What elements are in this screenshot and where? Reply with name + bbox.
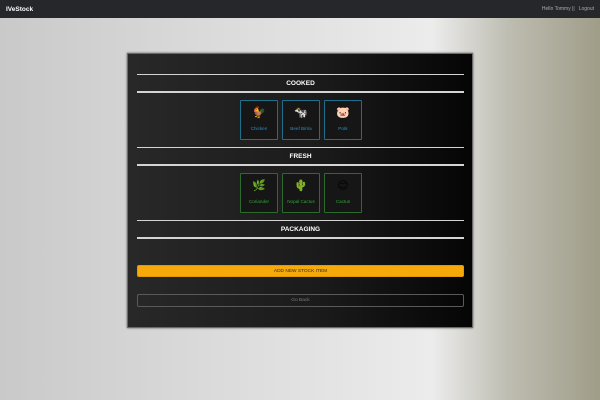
cactus-icon: 🌵 (294, 180, 308, 192)
brand-logo[interactable]: IVeStock (6, 6, 33, 13)
stock-item-pork[interactable]: 🐷 Pork (324, 100, 362, 140)
section-title-packaging: PACKAGING (280, 226, 321, 233)
stock-item-label: Beef Birria (290, 126, 312, 131)
herb-icon: 🌿 (252, 180, 266, 192)
navbar: IVeStock Hello Tommy || Logout (0, 0, 600, 18)
logout-link[interactable]: Logout (579, 6, 594, 12)
smiley-icon: 😊 (337, 180, 349, 192)
stock-item-label: Coriander (248, 199, 270, 204)
stock-item-coriander[interactable]: 🌿 Coriander (240, 173, 278, 213)
go-back-button[interactable]: Go Back (137, 294, 464, 307)
stock-item-nopal-cactus[interactable]: 🌵 Nopal Cactus (282, 173, 320, 213)
divider (137, 237, 464, 239)
divider (137, 91, 464, 93)
chicken-icon: 🐓 (252, 107, 266, 119)
add-stock-item-button[interactable]: ADD NEW STOCK ITEM (137, 265, 464, 277)
stock-item-beef-birria[interactable]: 🐄 Beef Birria (282, 100, 320, 140)
stock-item-label: Nopal Cactus (287, 199, 315, 204)
divider (137, 147, 464, 148)
section-title-fresh: FRESH (289, 153, 312, 160)
user-greeting: Hello Tommy || (541, 6, 575, 12)
stock-item-cactus[interactable]: 😊 Cactus (324, 173, 362, 213)
cooked-items: 🐓 Chicken 🐄 Beef Birria 🐷 Pork (128, 100, 474, 140)
stock-item-label: Chicken (250, 126, 268, 131)
stock-item-label: Pork (338, 126, 348, 131)
divider (137, 164, 464, 166)
stock-panel: COOKED 🐓 Chicken 🐄 Beef Birria 🐷 Pork FR… (127, 53, 473, 328)
stock-item-chicken[interactable]: 🐓 Chicken (240, 100, 278, 140)
fresh-items: 🌿 Coriander 🌵 Nopal Cactus 😊 Cactus (128, 173, 474, 213)
stock-item-label: Cactus (335, 199, 351, 204)
pig-icon: 🐷 (336, 107, 350, 119)
divider (137, 74, 464, 75)
cow-icon: 🐄 (294, 107, 308, 119)
divider (137, 220, 464, 221)
section-title-cooked: COOKED (286, 80, 315, 87)
nav-right: Hello Tommy || Logout (542, 6, 594, 12)
